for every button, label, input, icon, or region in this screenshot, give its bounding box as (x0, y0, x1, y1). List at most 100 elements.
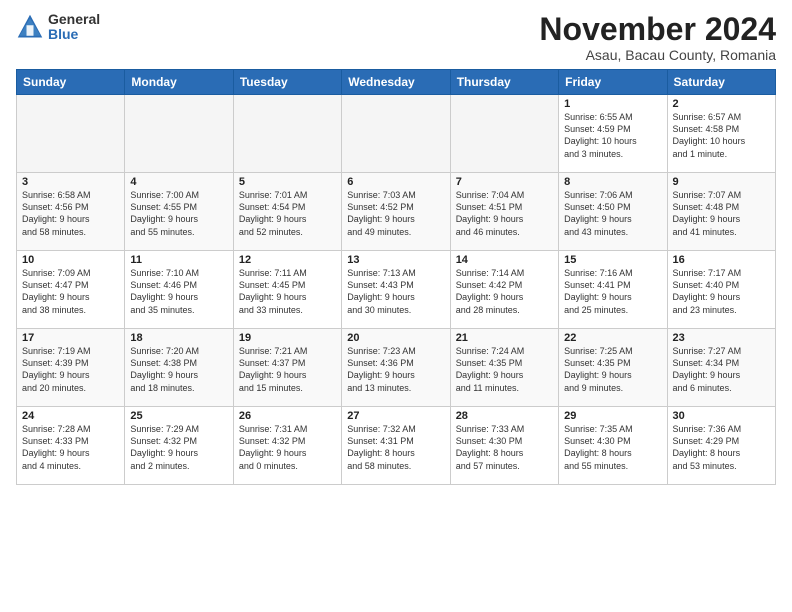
cal-cell-w2-d6: 9Sunrise: 7:07 AMSunset: 4:48 PMDaylight… (667, 173, 775, 251)
day-info: Sunrise: 7:31 AMSunset: 4:32 PMDaylight:… (239, 423, 336, 472)
cal-cell-w4-d6: 23Sunrise: 7:27 AMSunset: 4:34 PMDayligh… (667, 329, 775, 407)
day-info: Sunrise: 7:17 AMSunset: 4:40 PMDaylight:… (673, 267, 770, 316)
day-number: 2 (673, 98, 770, 110)
day-info: Sunrise: 7:35 AMSunset: 4:30 PMDaylight:… (564, 423, 661, 472)
day-info: Sunrise: 7:10 AMSunset: 4:46 PMDaylight:… (130, 267, 227, 316)
day-info: Sunrise: 7:36 AMSunset: 4:29 PMDaylight:… (673, 423, 770, 472)
day-info: Sunrise: 7:21 AMSunset: 4:37 PMDaylight:… (239, 345, 336, 394)
cal-cell-w4-d2: 19Sunrise: 7:21 AMSunset: 4:37 PMDayligh… (233, 329, 341, 407)
day-number: 7 (456, 176, 553, 188)
day-number: 12 (239, 254, 336, 266)
col-wednesday: Wednesday (342, 70, 450, 95)
cal-cell-w3-d1: 11Sunrise: 7:10 AMSunset: 4:46 PMDayligh… (125, 251, 233, 329)
header: General Blue November 2024 Asau, Bacau C… (16, 12, 776, 63)
logo-icon (16, 13, 44, 41)
day-info: Sunrise: 7:03 AMSunset: 4:52 PMDaylight:… (347, 189, 444, 238)
cal-cell-w2-d2: 5Sunrise: 7:01 AMSunset: 4:54 PMDaylight… (233, 173, 341, 251)
cal-cell-w5-d0: 24Sunrise: 7:28 AMSunset: 4:33 PMDayligh… (17, 407, 125, 485)
day-number: 29 (564, 410, 661, 422)
col-monday: Monday (125, 70, 233, 95)
day-number: 13 (347, 254, 444, 266)
week-row-3: 10Sunrise: 7:09 AMSunset: 4:47 PMDayligh… (17, 251, 776, 329)
day-number: 17 (22, 332, 119, 344)
day-info: Sunrise: 7:29 AMSunset: 4:32 PMDaylight:… (130, 423, 227, 472)
cal-cell-w4-d3: 20Sunrise: 7:23 AMSunset: 4:36 PMDayligh… (342, 329, 450, 407)
cal-cell-w2-d0: 3Sunrise: 6:58 AMSunset: 4:56 PMDaylight… (17, 173, 125, 251)
day-number: 20 (347, 332, 444, 344)
day-info: Sunrise: 7:32 AMSunset: 4:31 PMDaylight:… (347, 423, 444, 472)
cal-cell-w4-d0: 17Sunrise: 7:19 AMSunset: 4:39 PMDayligh… (17, 329, 125, 407)
day-number: 19 (239, 332, 336, 344)
day-number: 22 (564, 332, 661, 344)
day-number: 3 (22, 176, 119, 188)
cal-cell-w5-d2: 26Sunrise: 7:31 AMSunset: 4:32 PMDayligh… (233, 407, 341, 485)
cal-cell-w3-d2: 12Sunrise: 7:11 AMSunset: 4:45 PMDayligh… (233, 251, 341, 329)
day-info: Sunrise: 7:04 AMSunset: 4:51 PMDaylight:… (456, 189, 553, 238)
calendar-table: Sunday Monday Tuesday Wednesday Thursday… (16, 69, 776, 485)
col-friday: Friday (559, 70, 667, 95)
col-thursday: Thursday (450, 70, 558, 95)
day-info: Sunrise: 7:23 AMSunset: 4:36 PMDaylight:… (347, 345, 444, 394)
day-number: 30 (673, 410, 770, 422)
day-number: 25 (130, 410, 227, 422)
day-info: Sunrise: 7:28 AMSunset: 4:33 PMDaylight:… (22, 423, 119, 472)
cal-cell-w1-d3 (342, 95, 450, 173)
day-info: Sunrise: 6:58 AMSunset: 4:56 PMDaylight:… (22, 189, 119, 238)
col-saturday: Saturday (667, 70, 775, 95)
day-number: 6 (347, 176, 444, 188)
cal-cell-w2-d5: 8Sunrise: 7:06 AMSunset: 4:50 PMDaylight… (559, 173, 667, 251)
day-info: Sunrise: 7:24 AMSunset: 4:35 PMDaylight:… (456, 345, 553, 394)
cal-cell-w2-d4: 7Sunrise: 7:04 AMSunset: 4:51 PMDaylight… (450, 173, 558, 251)
week-row-1: 1Sunrise: 6:55 AMSunset: 4:59 PMDaylight… (17, 95, 776, 173)
cal-cell-w5-d3: 27Sunrise: 7:32 AMSunset: 4:31 PMDayligh… (342, 407, 450, 485)
cal-cell-w1-d5: 1Sunrise: 6:55 AMSunset: 4:59 PMDaylight… (559, 95, 667, 173)
cal-cell-w5-d5: 29Sunrise: 7:35 AMSunset: 4:30 PMDayligh… (559, 407, 667, 485)
col-tuesday: Tuesday (233, 70, 341, 95)
day-info: Sunrise: 7:13 AMSunset: 4:43 PMDaylight:… (347, 267, 444, 316)
day-number: 15 (564, 254, 661, 266)
day-number: 10 (22, 254, 119, 266)
cal-cell-w3-d3: 13Sunrise: 7:13 AMSunset: 4:43 PMDayligh… (342, 251, 450, 329)
cal-cell-w1-d6: 2Sunrise: 6:57 AMSunset: 4:58 PMDaylight… (667, 95, 775, 173)
cal-cell-w3-d6: 16Sunrise: 7:17 AMSunset: 4:40 PMDayligh… (667, 251, 775, 329)
day-info: Sunrise: 7:19 AMSunset: 4:39 PMDaylight:… (22, 345, 119, 394)
calendar-header-row: Sunday Monday Tuesday Wednesday Thursday… (17, 70, 776, 95)
cal-cell-w5-d4: 28Sunrise: 7:33 AMSunset: 4:30 PMDayligh… (450, 407, 558, 485)
cal-cell-w2-d3: 6Sunrise: 7:03 AMSunset: 4:52 PMDaylight… (342, 173, 450, 251)
logo-general-text: General (48, 12, 100, 27)
day-number: 23 (673, 332, 770, 344)
day-number: 18 (130, 332, 227, 344)
day-info: Sunrise: 7:07 AMSunset: 4:48 PMDaylight:… (673, 189, 770, 238)
day-info: Sunrise: 6:55 AMSunset: 4:59 PMDaylight:… (564, 111, 661, 160)
day-number: 4 (130, 176, 227, 188)
week-row-4: 17Sunrise: 7:19 AMSunset: 4:39 PMDayligh… (17, 329, 776, 407)
day-number: 11 (130, 254, 227, 266)
day-number: 14 (456, 254, 553, 266)
cal-cell-w4-d5: 22Sunrise: 7:25 AMSunset: 4:35 PMDayligh… (559, 329, 667, 407)
day-info: Sunrise: 7:06 AMSunset: 4:50 PMDaylight:… (564, 189, 661, 238)
logo-text: General Blue (48, 12, 100, 43)
day-number: 8 (564, 176, 661, 188)
location: Asau, Bacau County, Romania (539, 47, 776, 63)
title-block: November 2024 Asau, Bacau County, Romani… (539, 12, 776, 63)
month-title: November 2024 (539, 12, 776, 47)
cal-cell-w3-d5: 15Sunrise: 7:16 AMSunset: 4:41 PMDayligh… (559, 251, 667, 329)
day-number: 27 (347, 410, 444, 422)
day-info: Sunrise: 7:20 AMSunset: 4:38 PMDaylight:… (130, 345, 227, 394)
day-number: 28 (456, 410, 553, 422)
week-row-2: 3Sunrise: 6:58 AMSunset: 4:56 PMDaylight… (17, 173, 776, 251)
day-info: Sunrise: 7:00 AMSunset: 4:55 PMDaylight:… (130, 189, 227, 238)
page-container: General Blue November 2024 Asau, Bacau C… (0, 0, 792, 493)
cal-cell-w3-d4: 14Sunrise: 7:14 AMSunset: 4:42 PMDayligh… (450, 251, 558, 329)
day-info: Sunrise: 7:11 AMSunset: 4:45 PMDaylight:… (239, 267, 336, 316)
cal-cell-w1-d2 (233, 95, 341, 173)
day-number: 21 (456, 332, 553, 344)
day-info: Sunrise: 7:27 AMSunset: 4:34 PMDaylight:… (673, 345, 770, 394)
day-number: 26 (239, 410, 336, 422)
cal-cell-w4-d4: 21Sunrise: 7:24 AMSunset: 4:35 PMDayligh… (450, 329, 558, 407)
cal-cell-w3-d0: 10Sunrise: 7:09 AMSunset: 4:47 PMDayligh… (17, 251, 125, 329)
day-number: 16 (673, 254, 770, 266)
day-info: Sunrise: 7:33 AMSunset: 4:30 PMDaylight:… (456, 423, 553, 472)
day-number: 1 (564, 98, 661, 110)
week-row-5: 24Sunrise: 7:28 AMSunset: 4:33 PMDayligh… (17, 407, 776, 485)
